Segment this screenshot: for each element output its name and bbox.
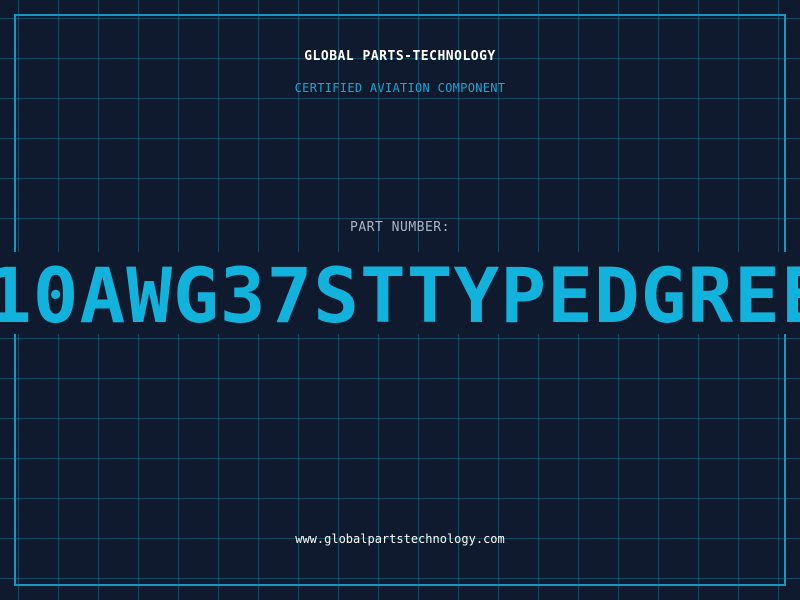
certification-subtitle: CERTIFIED AVIATION COMPONENT bbox=[294, 81, 506, 95]
part-number-label: PART NUMBER: bbox=[350, 220, 450, 235]
part-number-value: 10AWG37STTYPEDGREEN bbox=[0, 252, 800, 334]
company-name: GLOBAL PARTS-TECHNOLOGY bbox=[304, 49, 496, 64]
website-url: www.globalpartstechnology.com bbox=[295, 532, 505, 546]
part-number-band: 10AWG37STTYPEDGREEN bbox=[0, 252, 800, 334]
